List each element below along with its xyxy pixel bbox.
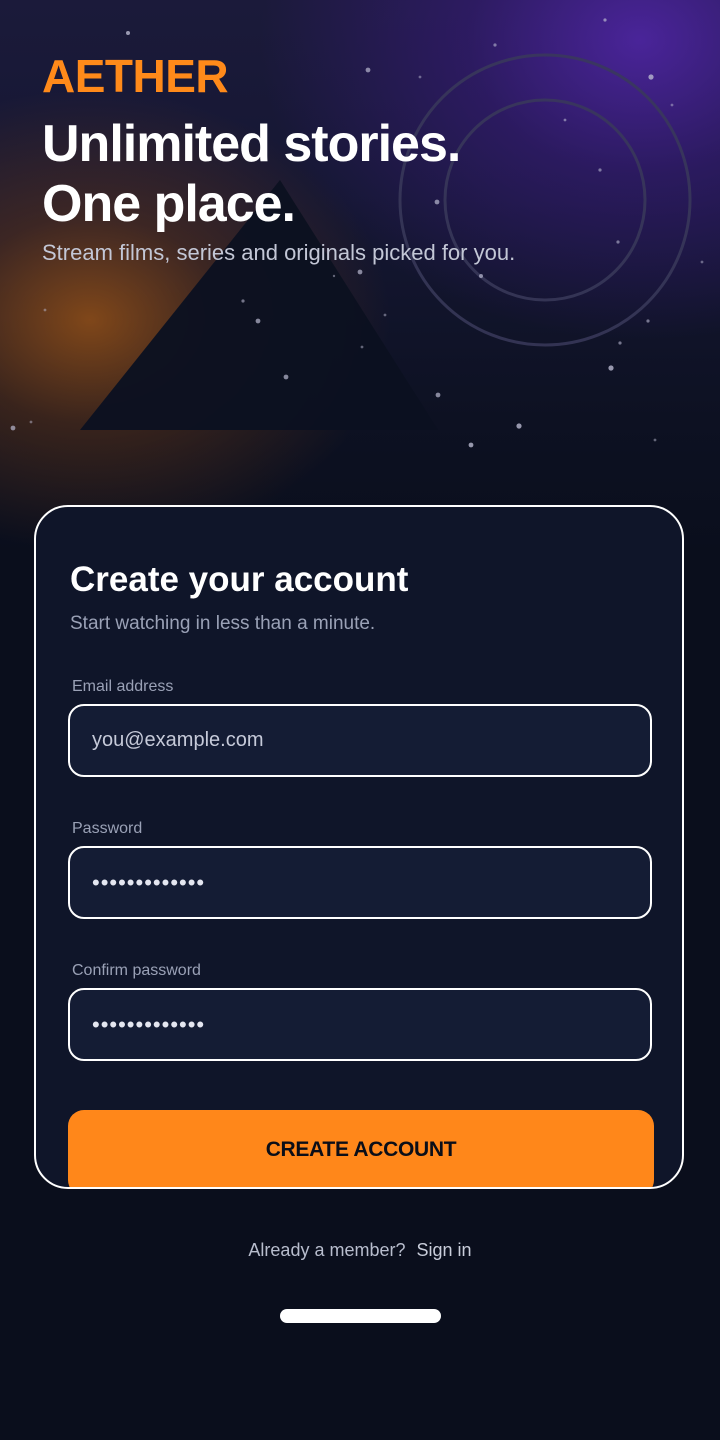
password-input[interactable] xyxy=(70,848,650,917)
signin-prompt-row: Already a member? Sign in xyxy=(0,1238,720,1262)
password-field-container xyxy=(68,846,652,919)
password-label: Password xyxy=(72,820,143,837)
brand-logo: AETHER xyxy=(42,50,229,102)
signin-link[interactable]: Sign in xyxy=(417,1240,472,1260)
headline-line-1: Unlimited stories. xyxy=(42,115,461,173)
confirm-password-field-container xyxy=(68,988,652,1061)
card-subtitle: Start watching in less than a minute. xyxy=(70,613,376,634)
create-account-label: CREATE ACCOUNT xyxy=(265,1138,457,1161)
home-indicator[interactable] xyxy=(280,1309,441,1323)
headline-line-2: One place. xyxy=(42,175,296,233)
email-field-container xyxy=(68,704,652,777)
hero-tagline: Stream films, series and originals picke… xyxy=(42,240,516,265)
confirm-password-input[interactable] xyxy=(70,990,650,1059)
signin-prompt-text: Already a member? xyxy=(248,1240,406,1260)
hero-headline: Unlimited stories. One place. xyxy=(42,114,461,234)
create-account-button[interactable]: CREATE ACCOUNT xyxy=(68,1110,654,1187)
confirm-password-label: Confirm password xyxy=(72,962,201,979)
inner-ring xyxy=(443,98,647,302)
email-label: Email address xyxy=(72,678,174,695)
email-input[interactable] xyxy=(70,706,650,775)
signup-card: Create your account Start watching in le… xyxy=(34,505,684,1189)
card-title: Create your account xyxy=(70,560,409,599)
